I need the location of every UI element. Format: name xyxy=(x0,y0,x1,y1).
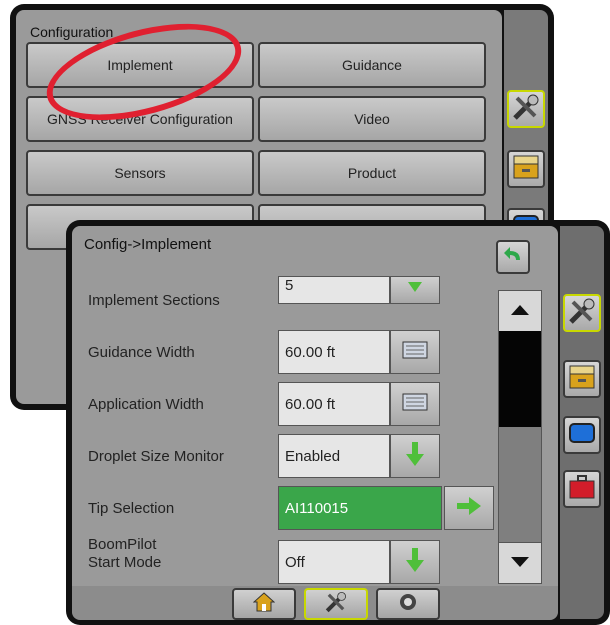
triangle-up-icon xyxy=(511,302,529,320)
tools-tab[interactable] xyxy=(563,294,601,332)
display-icon xyxy=(568,422,596,449)
console-tab[interactable] xyxy=(507,150,545,188)
guidance-width-value[interactable]: 60.00 ft xyxy=(278,330,390,374)
implement-sections-dropdown[interactable] xyxy=(390,276,440,304)
down-arrow-icon xyxy=(405,441,425,471)
boompilot-start-mode-value[interactable]: Off xyxy=(278,540,390,584)
implement-sections-value[interactable]: 5 xyxy=(278,276,390,304)
down-arrow-icon xyxy=(405,547,425,577)
keyboard-icon xyxy=(402,393,428,416)
tools-icon xyxy=(511,92,541,127)
row-label-tip-selection: Tip Selection xyxy=(88,500,175,517)
guidance-button[interactable]: Guidance xyxy=(258,42,486,88)
row-label-implement-sections: Implement Sections xyxy=(88,292,220,309)
scroll-down-button[interactable] xyxy=(499,542,541,583)
toolbox-icon xyxy=(568,474,596,505)
video-button[interactable]: Video xyxy=(258,96,486,142)
application-width-keypad[interactable] xyxy=(390,382,440,426)
home-tab[interactable] xyxy=(232,588,296,620)
product-button[interactable]: Product xyxy=(258,150,486,196)
gauge-tab[interactable] xyxy=(376,588,440,620)
scroll-thumb[interactable] xyxy=(499,331,541,427)
scroll-up-button[interactable] xyxy=(499,291,541,332)
tools-tab[interactable] xyxy=(507,90,545,128)
implement-window: Config->Implement Implement Sections 5 G… xyxy=(66,220,610,625)
droplet-size-monitor-value[interactable]: Enabled xyxy=(278,434,390,478)
row-label-boompilot-start-mode: BoomPilot Start Mode xyxy=(88,536,162,571)
console-icon xyxy=(512,154,540,185)
row-label-guidance-width: Guidance Width xyxy=(88,344,195,361)
display-tab[interactable] xyxy=(563,416,601,454)
console-tab[interactable] xyxy=(563,360,601,398)
boompilot-start-mode-dropdown[interactable] xyxy=(390,540,440,584)
configuration-title: Configuration xyxy=(30,24,114,40)
tip-selection-value[interactable]: AI110015 xyxy=(278,486,442,530)
gauge-icon xyxy=(398,592,418,617)
home-icon xyxy=(252,591,276,617)
row-label-application-width: Application Width xyxy=(88,396,204,413)
tools-icon xyxy=(567,296,597,331)
implement-side-tabs xyxy=(560,226,604,619)
down-arrow-icon xyxy=(406,281,424,299)
tools-icon xyxy=(323,590,349,619)
droplet-size-monitor-dropdown[interactable] xyxy=(390,434,440,478)
sensors-button[interactable]: Sensors xyxy=(26,150,254,196)
scrollbar[interactable] xyxy=(498,290,542,584)
tip-selection-next-button[interactable] xyxy=(444,486,494,530)
toolbox-tab[interactable] xyxy=(563,470,601,508)
right-arrow-icon xyxy=(457,496,481,521)
keyboard-icon xyxy=(402,341,428,364)
console-icon xyxy=(568,364,596,395)
tools-bottom-tab[interactable] xyxy=(304,588,368,620)
back-button[interactable] xyxy=(496,240,530,274)
triangle-down-icon xyxy=(511,554,529,572)
implement-title: Config->Implement xyxy=(84,236,212,253)
row-label-droplet-size-monitor: Droplet Size Monitor xyxy=(88,448,224,465)
application-width-value[interactable]: 60.00 ft xyxy=(278,382,390,426)
guidance-width-keypad[interactable] xyxy=(390,330,440,374)
implement-panel: Config->Implement Implement Sections 5 G… xyxy=(72,226,558,619)
back-arrow-icon xyxy=(502,244,524,271)
